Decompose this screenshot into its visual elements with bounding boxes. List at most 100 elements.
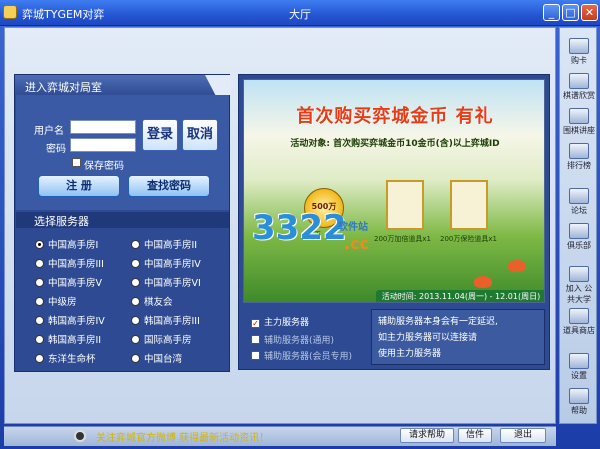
radio-icon: [131, 278, 140, 287]
server-option[interactable]: 韩国高手房III: [131, 313, 200, 327]
server-select-title: 选择服务器: [16, 212, 229, 228]
radio-icon: [35, 259, 44, 268]
note-line: 如主力服务器可以连接请: [378, 333, 478, 343]
info-panel: 首次购买弈城金币 有礼 活动对象: 首次购买弈城金币10金币(含)以上弈城ID …: [238, 74, 550, 370]
sidebar-item-buy-card[interactable]: 购卡: [562, 38, 596, 66]
remember-password-label: 保存密码: [84, 161, 124, 172]
sidebar-item-club[interactable]: 俱乐部: [562, 223, 596, 251]
server-option[interactable]: 东洋生命杯: [35, 351, 96, 365]
server-option[interactable]: 韩国高手房II: [35, 332, 101, 346]
help-request-button[interactable]: 请求帮助: [400, 428, 454, 443]
sidebar-item-settings[interactable]: 设置: [562, 353, 596, 381]
main-window: 弈城TYGEM对弈 大厅 _ □ ✕ 购卡 棋谱欣赏 围棋讲座 排行榜 论坛 俱…: [0, 0, 600, 449]
radio-icon: [35, 354, 44, 363]
right-sidebar: 购卡 棋谱欣赏 围棋讲座 排行榜 论坛 俱乐部 加入 公共大学 道具商店 设置 …: [559, 27, 597, 424]
login-panel-title: 进入弈城对局室: [15, 75, 229, 95]
sidebar-item-label: 论坛: [571, 206, 587, 215]
login-panel: 进入弈城对局室 用户名 密码 保存密码 登录 取消 注 册 查找密码 选择服务器…: [14, 74, 231, 372]
close-button[interactable]: ✕: [581, 4, 598, 21]
watermark-number: 3322: [252, 208, 347, 248]
mail-button[interactable]: 信件: [458, 428, 492, 443]
speaker-icon: [74, 430, 86, 442]
radio-icon: [35, 278, 44, 287]
main-server-option[interactable]: ✓ 主力服务器: [251, 315, 309, 328]
radio-selected-icon: [35, 240, 44, 249]
radio-icon: [131, 297, 140, 306]
find-password-button[interactable]: 查找密码: [128, 175, 210, 197]
server-option[interactable]: 中国高手房IV: [131, 256, 201, 270]
checkbox-icon: [251, 351, 260, 360]
radio-icon: [35, 297, 44, 306]
radio-icon: [131, 316, 140, 325]
radio-icon: [131, 259, 140, 268]
username-input[interactable]: [70, 120, 136, 134]
option-label: 辅助服务器(会员专用): [264, 352, 353, 362]
checkbox-icon: [251, 335, 260, 344]
server-label: 棋友会: [144, 297, 173, 308]
server-option[interactable]: 中国高手房V: [35, 275, 102, 289]
login-form: 用户名 密码 保存密码 登录 取消 注 册 查找密码: [16, 95, 229, 210]
flower-icon: [508, 260, 526, 272]
server-option[interactable]: 中国高手房I: [35, 237, 98, 251]
server-label: 中国高手房IV: [144, 259, 201, 270]
sidebar-item-label: 加入 公共大学: [565, 284, 593, 304]
remember-password-checkbox[interactable]: [72, 158, 81, 167]
server-option[interactable]: 中国高手房III: [35, 256, 104, 270]
sidebar-item-label: 围棋讲座: [563, 126, 595, 135]
register-button[interactable]: 注 册: [38, 175, 120, 197]
server-option[interactable]: 棋友会: [131, 294, 173, 308]
server-option[interactable]: 中国高手房II: [131, 237, 197, 251]
sidebar-item-join[interactable]: 加入 公共大学: [562, 266, 596, 305]
radio-icon: [131, 335, 140, 344]
server-option[interactable]: 国际高手房: [131, 332, 192, 346]
cancel-button[interactable]: 取消: [182, 119, 218, 151]
promo-banner[interactable]: 首次购买弈城金币 有礼 活动对象: 首次购买弈城金币10金币(含)以上弈城ID …: [243, 79, 545, 303]
maximize-button[interactable]: □: [562, 4, 579, 21]
server-option[interactable]: 中国台湾: [131, 351, 182, 365]
forum-icon: [569, 188, 589, 204]
server-option[interactable]: 中级房: [35, 294, 77, 308]
server-label: 韩国高手房III: [144, 316, 200, 327]
server-label: 中级房: [48, 297, 77, 308]
sidebar-item-label: 设置: [571, 371, 587, 380]
aux-server-general-option[interactable]: 辅助服务器(通用): [251, 333, 334, 346]
insurance-item-card-icon: [450, 180, 488, 230]
radio-icon: [35, 335, 44, 344]
password-label: 密码: [46, 144, 66, 155]
sidebar-item-lecture[interactable]: 围棋讲座: [562, 108, 596, 136]
aux-server-member-option[interactable]: 辅助服务器(会员专用): [251, 349, 352, 362]
server-option[interactable]: 中国高手房VI: [131, 275, 201, 289]
sidebar-item-forum[interactable]: 论坛: [562, 188, 596, 216]
item1-label: 200万加倍道具x1: [374, 235, 431, 243]
server-label: 韩国高手房II: [48, 335, 102, 346]
server-label: 韩国高手房IV: [48, 316, 105, 327]
server-label: 东洋生命杯: [48, 354, 96, 365]
sidebar-item-label: 帮助: [571, 406, 587, 415]
sidebar-item-ranking[interactable]: 排行榜: [562, 143, 596, 171]
username-label: 用户名: [34, 126, 64, 137]
banner-title: 首次购买弈城金币 有礼: [296, 106, 494, 127]
password-input[interactable]: [70, 138, 136, 152]
server-label: 中国高手房V: [48, 278, 102, 289]
option-label: 辅助服务器(通用): [264, 336, 335, 346]
banner-subtitle: 活动对象: 首次购买弈城金币10金币(含)以上弈城ID: [290, 139, 500, 149]
sidebar-item-help[interactable]: 帮助: [562, 388, 596, 416]
server-label: 中国高手房VI: [144, 278, 201, 289]
club-icon: [569, 223, 589, 239]
ranking-icon: [569, 143, 589, 159]
exit-button[interactable]: 退出: [500, 428, 546, 443]
radio-icon: [131, 240, 140, 249]
flower-icon: [474, 276, 492, 288]
news-ticker[interactable]: 关注弈城官方微博 获得最新活动资讯！: [96, 429, 326, 443]
server-option[interactable]: 韩国高手房IV: [35, 313, 105, 327]
board-icon: [569, 73, 589, 89]
login-button[interactable]: 登录: [142, 119, 178, 151]
sidebar-item-shop[interactable]: 道具商店: [562, 308, 596, 336]
help-icon: [569, 388, 589, 404]
minimize-button[interactable]: _: [543, 4, 560, 21]
server-label: 中国台湾: [144, 354, 183, 365]
server-note: 辅助服务器本身会有一定延迟, 如主力服务器可以连接请 使用主力服务器: [371, 309, 545, 365]
note-line: 辅助服务器本身会有一定延迟,: [378, 317, 498, 327]
sidebar-item-records[interactable]: 棋谱欣赏: [562, 73, 596, 101]
watermark-domain: .cc: [344, 234, 370, 253]
